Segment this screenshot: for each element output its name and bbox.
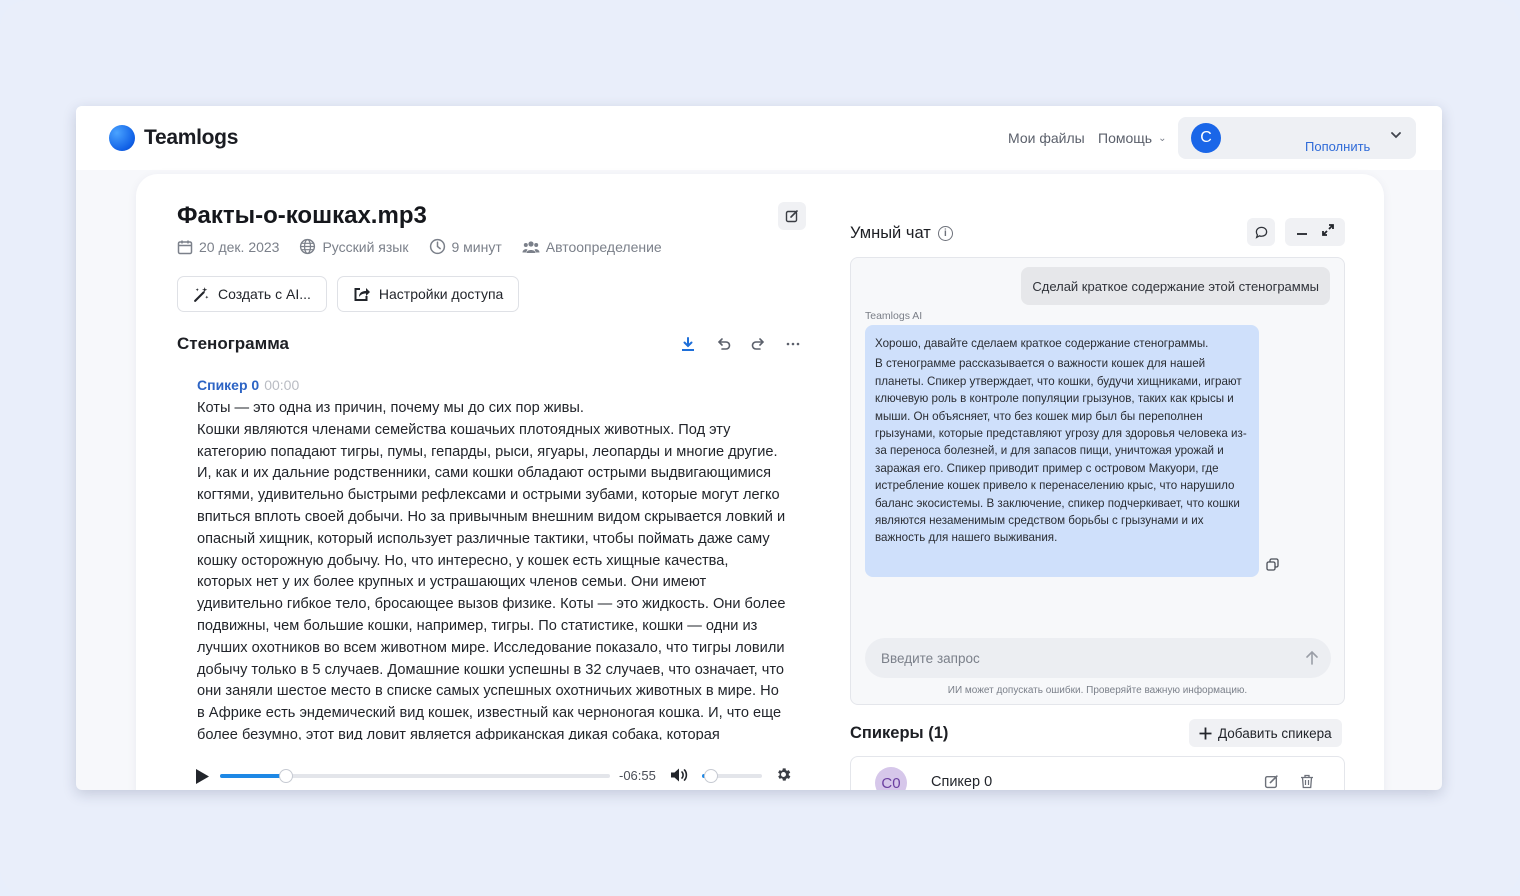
meta-language: Русский язык [299,238,409,255]
user-message: Сделай краткое содержание этой стенограм… [1021,267,1330,305]
audio-player: -06:55 [192,762,792,790]
brand-name: Teamlogs [144,126,239,149]
transcript-speaker-header: Спикер 0 00:00 [197,377,299,393]
app-window: Teamlogs Мои файлы Помощь ⌄ С Пополнить … [76,106,1442,790]
minimize-icon[interactable] [1296,223,1308,241]
speaker-item: С0 Спикер 0 [850,756,1345,790]
nav-help-label: Помощь [1098,130,1153,146]
nav-my-files[interactable]: Мои файлы [1008,130,1085,146]
add-speaker-button[interactable]: Добавить спикера [1189,719,1342,747]
send-arrow-icon[interactable] [1305,650,1319,670]
add-speaker-label: Добавить спикера [1218,725,1332,741]
copy-icon[interactable] [1266,558,1279,576]
time-remaining: -06:55 [619,768,656,783]
meta-duration-text: 9 минут [451,238,502,255]
share-icon [354,288,370,301]
edit-speaker-icon[interactable] [1264,774,1279,790]
speakers-section-title: Спикеры (1) [850,724,949,742]
window-controls [1285,218,1345,246]
transcript-toolbar [680,336,801,352]
progress-handle[interactable] [279,769,294,783]
edit-title-button[interactable] [778,202,806,230]
chevron-down-icon: ⌄ [1158,132,1167,144]
smart-chat-title: Умный чат i [850,224,953,243]
meta-speakers-mode: Автоопределение [522,239,662,255]
progress-slider[interactable] [220,769,610,783]
ai-sender-label: Teamlogs AI [865,310,923,322]
nav-help[interactable]: Помощь ⌄ [1098,130,1166,146]
plus-icon [1199,727,1212,739]
topup-link[interactable]: Пополнить [1305,139,1370,154]
globe-icon [300,238,316,255]
action-buttons: Создать с AI... Настройки доступа [177,276,520,312]
magic-wand-icon [194,286,209,302]
account-menu[interactable]: С Пополнить [1178,117,1416,159]
create-with-ai-button[interactable]: Создать с AI... [177,276,327,312]
user-avatar: С [1191,123,1221,153]
ai-message-body: В стенограмме рассказывается о важности … [875,357,1247,545]
transcript-first-line: Коты — это одна из причин, почему мы до … [197,400,584,416]
meta-date-text: 20 дек. 2023 [199,238,280,255]
ai-disclaimer: ИИ может допускать ошибки. Проверяйте ва… [947,685,1248,696]
chevron-down-icon[interactable] [1390,129,1402,144]
speaker-avatar: С0 [875,767,907,790]
transcript-speaker-name[interactable]: Спикер 0 [197,377,259,393]
chat-input-wrapper [865,638,1331,678]
access-settings-label: Настройки доступа [378,286,504,302]
calendar-icon [177,240,193,254]
transcript-text[interactable]: Коты — это одна из причин, почему мы до … [197,398,787,740]
chat-input[interactable] [881,638,1281,678]
undo-icon[interactable] [715,336,731,352]
users-icon [522,240,540,253]
volume-slider[interactable] [702,769,762,783]
ai-message: Хорошо, давайте сделаем краткое содержан… [865,325,1259,577]
more-options-icon[interactable] [785,336,801,352]
logo-icon [109,125,135,151]
meta-language-text: Русский язык [322,238,409,255]
progress-fill [220,774,287,778]
transcript-timestamp[interactable]: 00:00 [264,377,299,393]
smart-chat-title-text: Умный чат [850,224,931,242]
brand-logo[interactable]: Teamlogs [109,125,238,151]
file-card: Факты-о-кошках.mp3 20 дек. 2023 Русский … [136,174,1384,790]
chat-panel: Сделай краткое содержание этой стенограм… [850,257,1345,705]
meta-duration: 9 минут [429,238,502,255]
volume-icon[interactable] [670,767,689,788]
transcript-section-title: Стенограмма [177,334,290,353]
access-settings-button[interactable]: Настройки доступа [336,276,520,312]
info-icon[interactable]: i [937,226,953,241]
edit-icon [785,210,798,223]
meta-speakers-text: Автоопределение [545,238,662,255]
create-with-ai-label: Создать с AI... [218,286,311,302]
gear-icon[interactable] [775,766,792,788]
meta-date: 20 дек. 2023 [177,239,279,255]
ai-message-intro: Хорошо, давайте сделаем краткое содержан… [875,337,1209,350]
speaker-item-name: Спикер 0 [931,774,993,790]
file-meta: 20 дек. 2023 Русский язык 9 минут Автооп… [177,238,662,255]
new-chat-button[interactable] [1247,218,1275,246]
chat-controls [1247,218,1345,246]
volume-handle[interactable] [704,769,718,783]
chat-bubble-icon [1255,226,1267,239]
play-icon[interactable] [194,768,210,790]
clock-icon [429,238,445,255]
redo-icon[interactable] [750,336,766,352]
transcript-paragraph: Кошки являются членами семейства кошачьи… [197,421,786,740]
top-header: Teamlogs Мои файлы Помощь ⌄ С Пополнить [76,106,1442,170]
trash-icon[interactable] [1300,774,1314,790]
download-icon[interactable] [680,336,696,352]
file-title: Факты-о-кошках.mp3 [177,202,427,229]
expand-icon[interactable] [1322,223,1334,241]
